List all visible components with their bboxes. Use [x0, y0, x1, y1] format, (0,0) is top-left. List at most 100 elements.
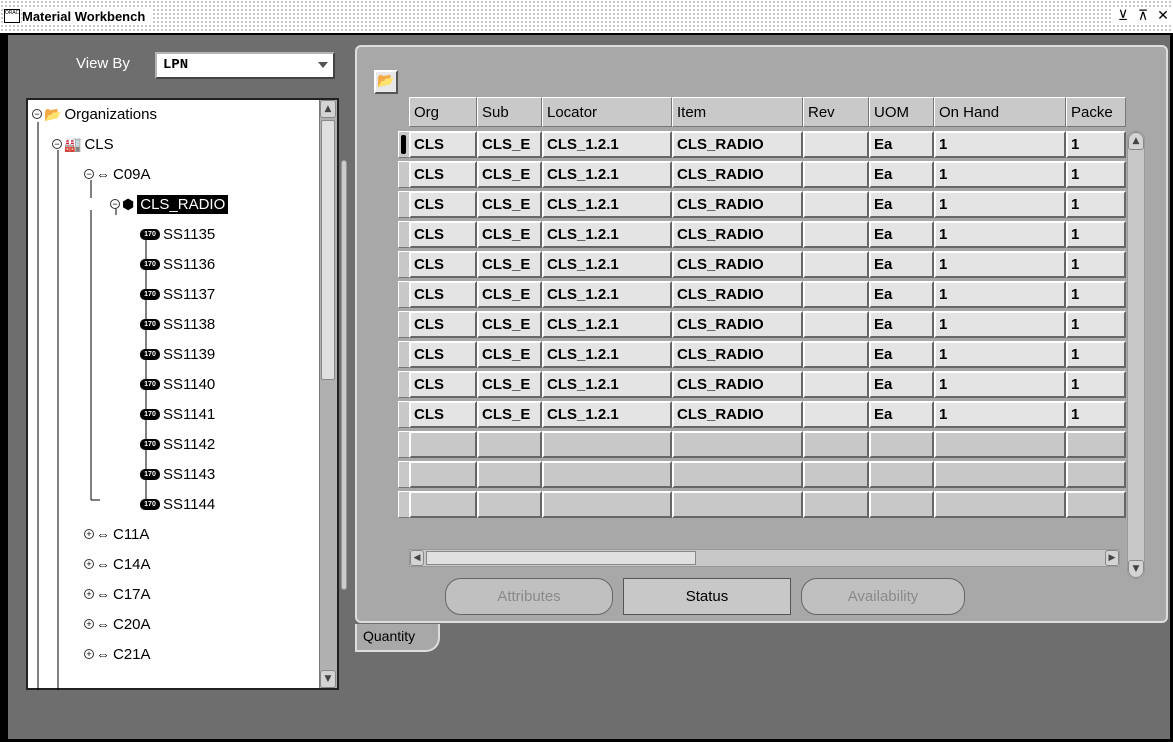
organization-tree[interactable]: − 📂 Organizations − 🏭 CLS − ⇔ C09A − ⬢ CLS_RADIO 170…: [26, 98, 339, 690]
grid-cell[interactable]: CLS_E: [477, 251, 542, 278]
grid-cell[interactable]: CLS_1.2.1: [542, 191, 672, 218]
grid-cell[interactable]: Ea: [869, 281, 934, 308]
grid-horizontal-scrollbar[interactable]: ◀ ▶: [409, 549, 1120, 567]
expand-icon[interactable]: +: [84, 619, 94, 629]
grid-cell[interactable]: CLS_1.2.1: [542, 311, 672, 338]
grid-cell[interactable]: Ea: [869, 371, 934, 398]
grid-cell[interactable]: [803, 401, 869, 428]
grid-cell[interactable]: [672, 461, 803, 488]
scroll-down-icon[interactable]: ▼: [1128, 560, 1144, 578]
grid-cell[interactable]: Ea: [869, 131, 934, 158]
grid-cell[interactable]: CLS_E: [477, 221, 542, 248]
grid-cell[interactable]: 1: [934, 401, 1066, 428]
grid-cell[interactable]: [803, 221, 869, 248]
folder-icon[interactable]: 📂: [374, 70, 398, 94]
grid-cell[interactable]: 1: [1066, 281, 1126, 308]
grid-cell[interactable]: [477, 491, 542, 518]
chevron-down-icon[interactable]: [318, 62, 328, 68]
grid-cell[interactable]: 1: [934, 311, 1066, 338]
grid-cell[interactable]: 1: [1066, 131, 1126, 158]
scroll-left-icon[interactable]: ◀: [410, 550, 424, 566]
grid-cell[interactable]: CLS: [409, 191, 477, 218]
grid-cell[interactable]: 1: [1066, 401, 1126, 428]
column-header[interactable]: Org: [409, 97, 477, 127]
tree-node[interactable]: 170 SS1143: [140, 463, 215, 485]
expand-icon[interactable]: +: [84, 529, 94, 539]
grid-cell[interactable]: Ea: [869, 191, 934, 218]
grid-cell[interactable]: 1: [934, 161, 1066, 188]
grid-cell[interactable]: 1: [1066, 341, 1126, 368]
grid-cell[interactable]: Ea: [869, 251, 934, 278]
grid-scroll-thumb[interactable]: [426, 551, 696, 565]
grid-cell[interactable]: [803, 131, 869, 158]
grid-cell[interactable]: [934, 491, 1066, 518]
tree-node[interactable]: 170 SS1140: [140, 373, 215, 395]
grid-cell[interactable]: [934, 431, 1066, 458]
grid-cell[interactable]: [1066, 431, 1126, 458]
grid-cell[interactable]: CLS_RADIO: [672, 191, 803, 218]
tree-node[interactable]: 170 SS1138: [140, 313, 215, 335]
availability-button[interactable]: Availability: [801, 578, 965, 615]
grid-cell[interactable]: CLS_E: [477, 401, 542, 428]
tree-node[interactable]: − ⬢ CLS_RADIO: [110, 193, 229, 215]
grid-cell[interactable]: [803, 311, 869, 338]
grid-cell[interactable]: Ea: [869, 161, 934, 188]
tab-quantity[interactable]: Quantity: [355, 624, 440, 652]
tree-scroll-thumb[interactable]: [321, 120, 335, 380]
grid-cell[interactable]: CLS: [409, 371, 477, 398]
scroll-down-icon[interactable]: ▼: [320, 670, 336, 688]
column-header[interactable]: Rev: [803, 97, 869, 127]
grid-cell[interactable]: [1066, 491, 1126, 518]
grid-cell[interactable]: [803, 491, 869, 518]
grid-cell[interactable]: [803, 251, 869, 278]
grid-cell[interactable]: CLS_RADIO: [672, 221, 803, 248]
grid-cell[interactable]: [803, 341, 869, 368]
column-header[interactable]: On Hand: [934, 97, 1066, 127]
tree-node[interactable]: 170 SS1135: [140, 223, 215, 245]
scroll-up-icon[interactable]: ▲: [320, 100, 336, 118]
grid-cell[interactable]: [542, 461, 672, 488]
collapse-icon[interactable]: −: [84, 169, 94, 179]
grid-cell[interactable]: 1: [1066, 311, 1126, 338]
grid-cell[interactable]: CLS_RADIO: [672, 341, 803, 368]
grid-cell[interactable]: [409, 431, 477, 458]
grid-cell[interactable]: [672, 431, 803, 458]
grid-cell[interactable]: CLS_RADIO: [672, 131, 803, 158]
column-header[interactable]: UOM: [869, 97, 934, 127]
scroll-up-icon[interactable]: ▲: [1128, 132, 1144, 150]
grid-cell[interactable]: [934, 461, 1066, 488]
tree-node[interactable]: − 📂 Organizations: [32, 103, 157, 125]
grid-cell[interactable]: 1: [1066, 161, 1126, 188]
grid-cell[interactable]: 1: [934, 131, 1066, 158]
grid-cell[interactable]: 1: [934, 191, 1066, 218]
grid-cell[interactable]: 1: [934, 251, 1066, 278]
grid-cell[interactable]: Ea: [869, 221, 934, 248]
grid-cell[interactable]: [409, 491, 477, 518]
collapse-icon[interactable]: −: [32, 109, 42, 119]
column-header[interactable]: Sub: [477, 97, 542, 127]
grid-cell[interactable]: CLS_1.2.1: [542, 131, 672, 158]
grid-cell[interactable]: [803, 461, 869, 488]
grid-cell[interactable]: CLS_RADIO: [672, 161, 803, 188]
grid-cell[interactable]: [542, 491, 672, 518]
tree-node[interactable]: − ⇔ C09A: [84, 163, 151, 185]
grid-cell[interactable]: CLS_1.2.1: [542, 251, 672, 278]
grid-cell[interactable]: CLS: [409, 311, 477, 338]
grid-cell[interactable]: CLS_1.2.1: [542, 221, 672, 248]
tree-node[interactable]: 170 SS1144: [140, 493, 215, 515]
grid-cell[interactable]: [1066, 461, 1126, 488]
tree-node[interactable]: + ⇔ C17A: [84, 583, 151, 605]
grid-cell[interactable]: CLS_E: [477, 191, 542, 218]
grid-vertical-scrollbar[interactable]: ▲ ▼: [1127, 131, 1145, 579]
grid-cell[interactable]: CLS_E: [477, 311, 542, 338]
grid-cell[interactable]: [803, 371, 869, 398]
column-header[interactable]: Locator: [542, 97, 672, 127]
grid-cell[interactable]: CLS_1.2.1: [542, 281, 672, 308]
tree-node[interactable]: + ⇔ C14A: [84, 553, 151, 575]
grid-cell[interactable]: [672, 491, 803, 518]
grid-cell[interactable]: [869, 461, 934, 488]
grid-cell[interactable]: Ea: [869, 401, 934, 428]
grid-cell[interactable]: [542, 431, 672, 458]
grid-cell[interactable]: 1: [1066, 251, 1126, 278]
grid-cell[interactable]: CLS: [409, 341, 477, 368]
